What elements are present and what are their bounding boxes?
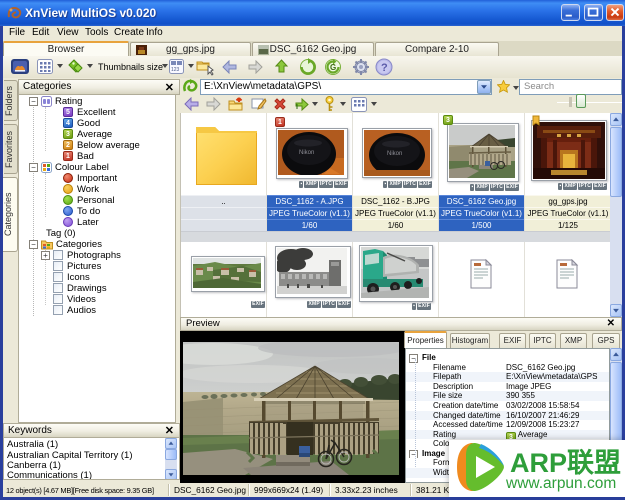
svg-text:Nikon: Nikon [299, 150, 314, 156]
svg-text:Nikon: Nikon [387, 151, 402, 157]
svg-text:123: 123 [171, 67, 180, 73]
svg-text:?: ? [381, 62, 388, 74]
svg-text:G: G [330, 63, 336, 72]
